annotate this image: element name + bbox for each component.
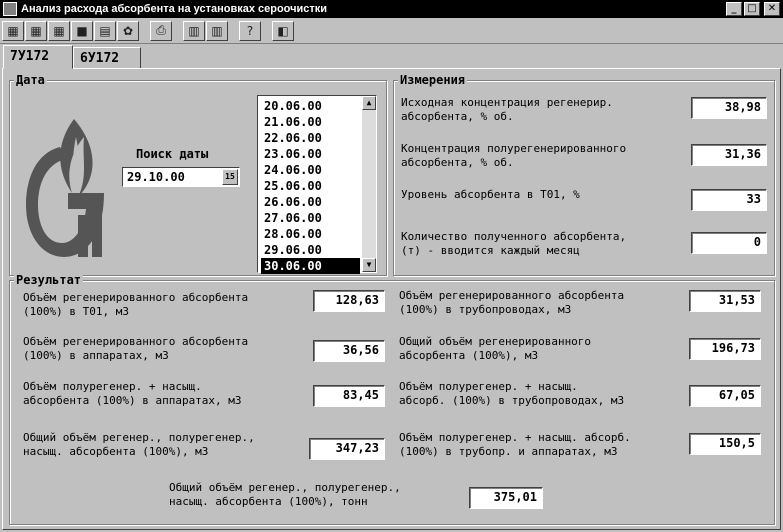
date-list-item[interactable]: 28.06.00 [261, 226, 360, 242]
scroll-up-icon[interactable]: ▲ [362, 96, 376, 110]
result-right-2-field[interactable]: 196,73 [689, 338, 761, 360]
scroll-down-icon[interactable]: ▼ [362, 258, 376, 272]
title-bar: Анализ расхода абсорбента на установках … [0, 0, 783, 18]
date-list-item[interactable]: 29.06.00 [261, 242, 360, 258]
measurement-1-label: Исходная концентрация регенерир. абсорбе… [401, 96, 613, 123]
result-right-3-field[interactable]: 67,05 [689, 385, 761, 407]
tab-6u172[interactable]: 6У172 [73, 47, 141, 69]
tab-strip: 7У172 6У172 [0, 45, 783, 69]
open-icon[interactable]: ▤ [94, 20, 116, 41]
date-list-item[interactable]: 24.06.00 [261, 162, 360, 178]
result-left-2-field[interactable]: 36,56 [313, 340, 385, 362]
calendar-icon[interactable]: 15 [222, 169, 238, 185]
measurement-2-label: Концентрация полурегенерированного абсор… [401, 142, 627, 169]
window-title: Анализ расхода абсорбента на установках … [21, 3, 328, 15]
search-date-label: Поиск даты [136, 147, 209, 161]
measurement-3-field[interactable]: 33 [691, 189, 767, 211]
date-list[interactable]: 20.06.00 21.06.00 22.06.00 23.06.00 24.06.00… [257, 95, 377, 274]
result-left-4-label: Общий объём регенер., полурегенер., насы… [23, 431, 255, 458]
date-list-item[interactable]: 30.06.00 [261, 258, 360, 274]
save-icon[interactable]: ▦ [2, 20, 24, 41]
calculator-icon[interactable]: ▥ [183, 20, 205, 41]
result-total-label: Общий объём регенер., полурегенер., насы… [169, 481, 401, 508]
date-list-item[interactable]: 27.06.00 [261, 210, 360, 226]
result-right-4-field[interactable]: 150,5 [689, 433, 761, 455]
date-list-item[interactable]: 26.06.00 [261, 194, 360, 210]
date-list-items: 20.06.00 21.06.00 22.06.00 23.06.00 24.06.00… [261, 98, 360, 274]
date-list-item[interactable]: 22.06.00 [261, 130, 360, 146]
result-total-field[interactable]: 375,01 [469, 487, 543, 509]
result-right-1-field[interactable]: 31,53 [689, 290, 761, 312]
delete-icon[interactable]: ■ [71, 20, 93, 41]
search-date-value: 29.10.00 [127, 170, 185, 184]
result-left-1-field[interactable]: 128,63 [313, 290, 385, 312]
measurement-4-label: Количество полученного абсорбента, (т) -… [401, 230, 627, 257]
result-left-4-field[interactable]: 347,23 [309, 438, 385, 460]
date-group-label: Дата [14, 73, 47, 87]
calculator-2-icon[interactable]: ▥ [206, 20, 228, 41]
result-right-4-label: Объём полурегенер. + насыщ. абсорб. (100… [399, 431, 631, 458]
export-icon[interactable]: ▦ [48, 20, 70, 41]
minimize-button[interactable]: _ [726, 2, 742, 16]
tab-7u172[interactable]: 7У172 [3, 45, 73, 69]
search-date-input[interactable]: 29.10.00 15 [122, 167, 240, 187]
help-icon[interactable]: ? [239, 20, 261, 41]
results-group-label: Результат [14, 273, 84, 287]
measurement-1-field[interactable]: 38,98 [691, 97, 767, 119]
date-list-item[interactable]: 23.06.00 [261, 146, 360, 162]
result-right-1-label: Объём регенерированного абсорбента (100%… [399, 289, 625, 316]
toolbar: ▦ ▦ ▦ ■ ▤ ✿ ⎙ ▥ ▥? ◧ [0, 18, 783, 44]
date-list-item[interactable]: 20.06.00 [261, 98, 360, 114]
exit-icon[interactable]: ◧ [272, 20, 294, 41]
maximize-button[interactable]: □ [744, 2, 760, 16]
measurement-3-label: Уровень абсорбента в Т01, % [401, 188, 580, 201]
result-left-1-label: Объём регенерированного абсорбента (100%… [23, 291, 249, 318]
measurement-2-field[interactable]: 31,36 [691, 144, 767, 166]
settings-icon[interactable]: ✿ [117, 20, 139, 41]
measurements-group-label: Измерения [398, 73, 468, 87]
result-right-2-label: Общий объём регенерированного абсорбента… [399, 335, 592, 362]
result-left-2-label: Объём регенерированного абсорбента (100%… [23, 335, 249, 362]
gazprom-logo [26, 119, 104, 257]
result-right-3-label: Объём полурегенер. + насыщ. абсорб. (100… [399, 380, 625, 407]
date-list-item[interactable]: 25.06.00 [261, 178, 360, 194]
result-left-3-field[interactable]: 83,45 [313, 385, 385, 407]
print-icon[interactable]: ⎙ [150, 20, 172, 41]
app-icon [3, 2, 17, 16]
date-list-item[interactable]: 21.06.00 [261, 114, 360, 130]
tab-panel: Дата Поиск даты 29.10.00 15 20.06.00 21.0… [2, 68, 781, 530]
date-list-scrollbar[interactable]: ▲ ▼ [362, 96, 376, 272]
date-group: Дата Поиск даты 29.10.00 15 20.06.00 21.0… [9, 73, 387, 276]
close-button[interactable]: ✕ [764, 2, 780, 16]
save-as-icon[interactable]: ▦ [25, 20, 47, 41]
result-left-3-label: Объём полурегенер. + насыщ. абсорбента (… [23, 380, 242, 407]
measurement-4-field[interactable]: 0 [691, 232, 767, 254]
